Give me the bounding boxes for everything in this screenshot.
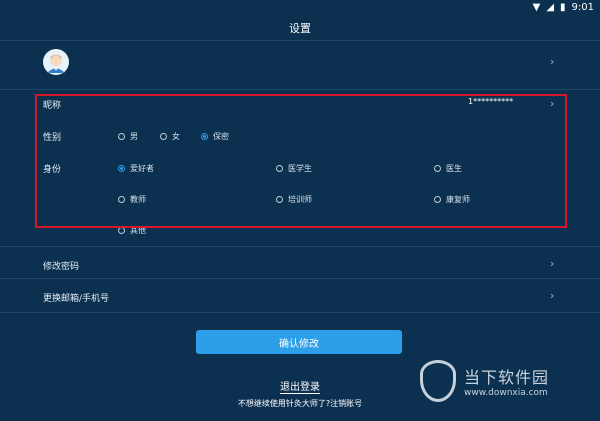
chevron-right-icon: › [550, 257, 555, 270]
change-password-row[interactable]: 修改密码 › [0, 250, 600, 278]
change-password-label: 修改密码 [43, 262, 80, 272]
battery-icon: ▮ [560, 1, 566, 13]
watermark: 当下软件园 www.downxia.com [420, 351, 600, 411]
divider [0, 278, 600, 279]
wifi-icon: ▼ [532, 1, 541, 13]
chevron-right-icon: › [550, 55, 555, 68]
radio-icon [118, 227, 125, 234]
highlight-box [35, 94, 567, 228]
watermark-name: 当下软件园 [464, 368, 550, 387]
confirm-button[interactable]: 确认修改 [196, 330, 402, 354]
profile-row[interactable]: › [0, 41, 600, 89]
change-contact-label: 更换邮箱/手机号 [43, 294, 110, 304]
divider [0, 312, 600, 313]
clock: 9:01 [571, 1, 594, 13]
watermark-url: www.downxia.com [464, 388, 548, 398]
divider [0, 246, 600, 247]
change-contact-row[interactable]: 更换邮箱/手机号 › [0, 282, 600, 310]
downxia-logo-icon [420, 360, 456, 402]
status-bar: ▼ ◢ ▮ 9:01 [0, 0, 600, 14]
chevron-right-icon: › [550, 289, 555, 302]
signal-icon: ◢ [546, 1, 555, 13]
avatar[interactable] [43, 49, 69, 75]
page-title: 设置 [289, 22, 311, 35]
status-icons: ▼ ◢ ▮ 9:01 [533, 0, 594, 14]
divider [0, 89, 600, 90]
